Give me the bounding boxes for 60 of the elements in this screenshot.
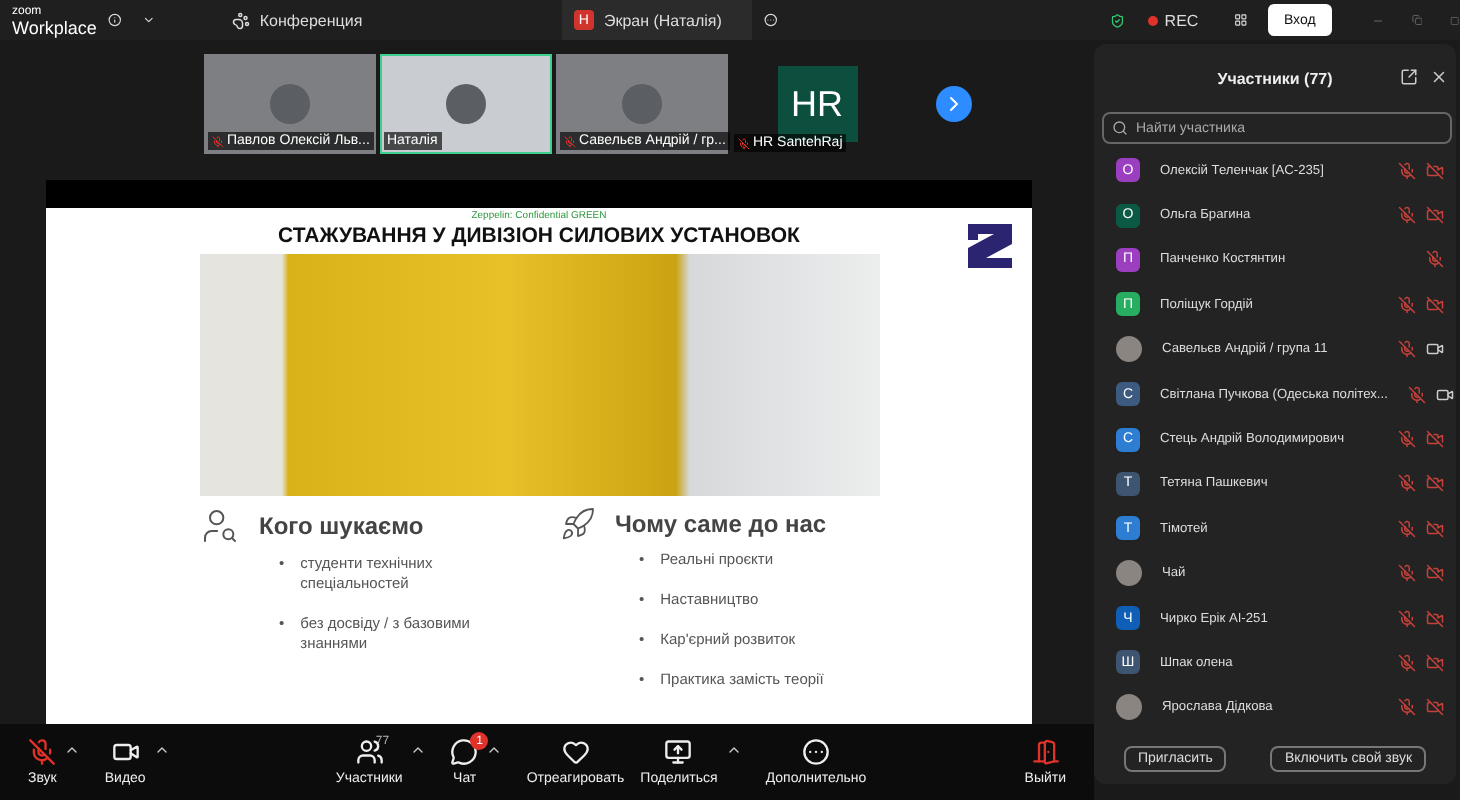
caret-icon[interactable] [64, 742, 81, 758]
meeting-tab[interactable]: Конференция [215, 0, 402, 40]
mic-muted-icon[interactable] [1407, 385, 1426, 404]
avatar-placeholder [1116, 560, 1142, 587]
video-off-icon[interactable] [1426, 519, 1444, 538]
section-heading: Чому саме до нас [615, 510, 827, 538]
shield-icon[interactable] [1109, 9, 1125, 31]
video-camera-icon[interactable] [1426, 340, 1444, 359]
exit-door-icon [1031, 738, 1060, 766]
close-icon[interactable] [1430, 68, 1448, 86]
mic-muted-icon[interactable] [1398, 161, 1416, 180]
video-camera-icon [111, 738, 140, 766]
video-off-icon[interactable] [1426, 206, 1444, 225]
search-icon [1112, 120, 1128, 136]
video-off-icon[interactable] [1426, 295, 1444, 314]
maximize-icon[interactable] [1450, 13, 1460, 27]
slide-title: СТАЖУВАННЯ У ДИВІЗІОН СИЛОВИХ УСТАНОВОК [278, 224, 800, 248]
rocket-icon [559, 506, 595, 542]
video-off-icon[interactable] [1426, 609, 1444, 628]
video-off-icon[interactable] [1426, 161, 1444, 180]
mic-muted-icon[interactable] [1398, 474, 1416, 493]
z-logo-icon [968, 224, 1012, 268]
mic-muted-icon[interactable] [1398, 519, 1416, 538]
logo-text: Workplace [12, 20, 97, 36]
video-off-icon[interactable] [1426, 698, 1444, 717]
mic-muted-icon[interactable] [1398, 340, 1416, 359]
mic-muted-icon[interactable] [1398, 609, 1416, 628]
avatar-placeholder [1116, 694, 1142, 721]
share-screen-icon [664, 738, 693, 766]
more-icon[interactable] [764, 10, 778, 30]
recording-indicator[interactable]: REC [1148, 11, 1199, 29]
caret-icon[interactable] [410, 742, 427, 758]
avatar-placeholder [1116, 336, 1142, 363]
restore-icon[interactable] [1411, 12, 1423, 28]
mic-muted-icon[interactable] [1398, 653, 1416, 672]
video-camera-icon[interactable] [1435, 385, 1454, 404]
mic-muted-icon[interactable] [1426, 250, 1444, 269]
mic-muted-icon[interactable] [1398, 295, 1416, 314]
paw-icon [231, 11, 250, 29]
next-page-button[interactable] [935, 86, 971, 122]
video-off-icon[interactable] [1426, 430, 1444, 449]
caret-icon[interactable] [153, 742, 170, 758]
more-icon [802, 738, 830, 766]
section-heading: Кого шукаємо [259, 512, 424, 540]
people-search-icon [199, 506, 239, 546]
mic-muted-icon[interactable] [1398, 206, 1416, 225]
pop-out-icon[interactable] [1400, 68, 1418, 86]
mic-muted-icon[interactable] [1398, 564, 1416, 583]
video-off-icon[interactable] [1426, 474, 1444, 493]
mic-muted-icon[interactable] [1398, 698, 1416, 717]
chat-bubble-icon [450, 738, 479, 766]
video-off-icon[interactable] [1426, 564, 1444, 583]
video-off-icon[interactable] [1426, 653, 1444, 672]
heart-icon [561, 738, 590, 766]
panel-title: Участники (77) [1217, 69, 1333, 87]
caret-icon[interactable] [486, 742, 503, 758]
grid-icon[interactable] [1234, 10, 1248, 30]
info-icon[interactable] [108, 10, 123, 30]
caret-icon[interactable] [725, 742, 742, 758]
mic-muted-icon[interactable] [1398, 430, 1416, 449]
